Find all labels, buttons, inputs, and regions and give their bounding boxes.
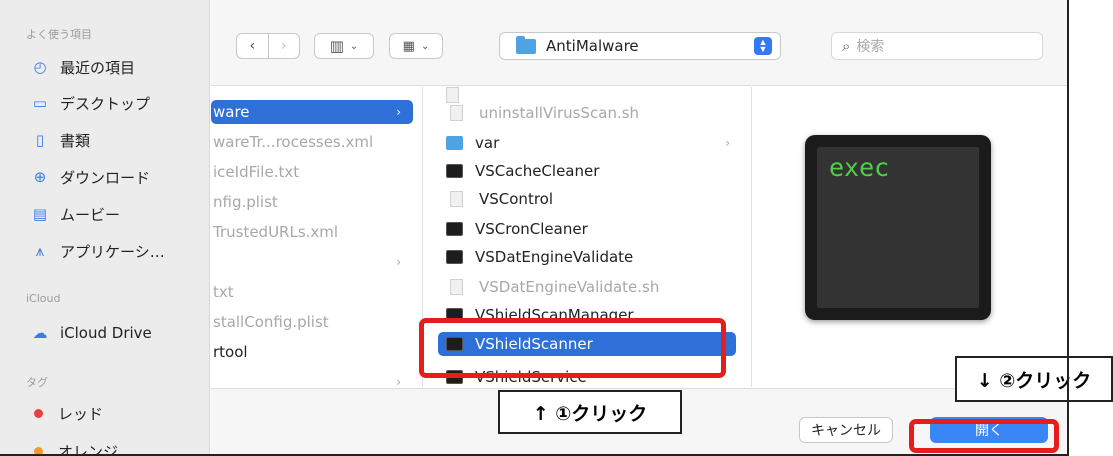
chevron-down-icon: ⌄ <box>420 40 430 52</box>
preview-pane: exec <box>753 87 1067 387</box>
chevron-right-icon: › <box>396 375 401 387</box>
view-mode-button[interactable]: ▥ ⌄ <box>314 33 374 59</box>
list-item[interactable]: var › <box>446 131 742 155</box>
back-forward-control: ‹ › <box>236 33 300 59</box>
terminal-preview-text: exec <box>829 153 890 182</box>
chevron-right-icon: › <box>396 105 401 119</box>
clock-icon: ◴ <box>33 58 47 76</box>
terminal-icon <box>446 250 463 264</box>
terminal-icon <box>446 164 463 178</box>
highlight-selected-file <box>419 318 726 378</box>
highlight-open-button <box>909 419 1059 453</box>
sidebar-item-applications[interactable]: ⩚ アプリケーシ… <box>30 240 165 262</box>
sidebar-item-downloads[interactable]: ⊕ ダウンロード <box>30 166 150 188</box>
folder-icon <box>446 136 463 150</box>
sidebar-item-tag-red[interactable]: レッド <box>30 402 103 424</box>
sidebar-item-documents[interactable]: ▯ 書類 <box>30 129 90 151</box>
applications-icon: ⩚ <box>35 242 45 260</box>
location-label: AntiMalware <box>546 37 639 55</box>
document-icon <box>450 191 463 207</box>
list-item[interactable]: VSControl <box>450 187 553 211</box>
favorites-heading: よく使う項目 <box>26 28 92 41</box>
sidebar-item-icloud-drive[interactable]: ☁ iCloud Drive <box>30 322 152 344</box>
document-icon: ▯ <box>35 131 45 149</box>
frame-border-right <box>1067 0 1069 456</box>
list-item[interactable]: VSDatEngineValidate <box>446 245 633 269</box>
sidebar-item-movies[interactable]: ▤ ムービー <box>30 203 120 225</box>
chevron-right-icon: › <box>725 136 730 150</box>
columns-view-icon: ▥ <box>329 37 344 55</box>
list-item[interactable]: txt <box>213 280 413 304</box>
chevron-down-icon: ⌄ <box>349 40 359 52</box>
sidebar-item-recents[interactable]: ◴ 最近の項目 <box>30 56 135 78</box>
download-icon: ⊕ <box>33 168 47 186</box>
chevron-right-icon[interactable]: › <box>269 38 300 54</box>
document-icon <box>450 279 463 295</box>
folder-icon <box>516 35 536 54</box>
terminal-preview-icon: exec <box>805 135 991 320</box>
list-item[interactable]: VSDatEngineValidate.sh <box>450 275 659 299</box>
list-item[interactable]: TrustedURLs.xml <box>213 220 413 244</box>
list-item[interactable]: wareTr...rocesses.xml <box>213 130 413 154</box>
search-field[interactable]: ⌕ 検索 <box>831 32 1043 60</box>
list-item[interactable]: iceIdFile.txt <box>213 160 413 184</box>
location-popup[interactable]: AntiMalware ▲ ▼ <box>499 32 781 60</box>
red-tag-icon <box>34 408 43 418</box>
up-down-chevron-icon: ▲ ▼ <box>754 37 772 55</box>
list-item[interactable]: rtool <box>213 340 413 364</box>
desktop-icon: ▭ <box>32 94 48 112</box>
cancel-button[interactable]: キャンセル <box>799 417 893 443</box>
film-icon: ▤ <box>32 205 48 223</box>
list-item[interactable]: VSCronCleaner <box>446 217 588 241</box>
search-placeholder: 検索 <box>856 39 885 55</box>
list-item[interactable]: › <box>213 250 413 274</box>
list-item[interactable]: stallConfig.plist <box>213 310 413 334</box>
list-item[interactable]: VSCacheCleaner <box>446 159 599 183</box>
chevron-left-icon[interactable]: ‹ <box>237 38 268 54</box>
sidebar-item-desktop[interactable]: ▭ デスクトップ <box>30 92 150 114</box>
toolbar: ‹ › ▥ ⌄ ▦ ⌄ AntiMalware ▲ ▼ ⌕ 検索 <box>211 0 1067 86</box>
list-item[interactable]: › <box>213 370 413 387</box>
list-item[interactable]: nfig.plist <box>213 190 413 214</box>
chevron-right-icon: › <box>396 255 401 269</box>
tags-heading: タグ <box>26 376 48 389</box>
sidebar: よく使う項目 ◴ 最近の項目 ▭ デスクトップ ▯ 書類 ⊕ ダウンロード ▤ … <box>0 0 210 456</box>
step1-callout: ↑ ①クリック <box>498 390 682 434</box>
document-icon <box>450 105 463 121</box>
step2-callout: ↓ ②クリック <box>955 356 1113 402</box>
group-button[interactable]: ▦ ⌄ <box>389 33 443 59</box>
list-item[interactable]: ware › <box>211 100 413 124</box>
terminal-icon <box>446 222 463 236</box>
cloud-icon: ☁ <box>32 324 48 342</box>
browser-column-1: ware › wareTr...rocesses.xml iceIdFile.t… <box>211 87 423 387</box>
open-file-dialog: よく使う項目 ◴ 最近の項目 ▭ デスクトップ ▯ 書類 ⊕ ダウンロード ▤ … <box>0 0 1113 456</box>
search-icon: ⌕ <box>842 37 851 55</box>
icloud-heading: iCloud <box>26 292 61 305</box>
list-item[interactable]: uninstallVirusScan.sh <box>450 101 639 125</box>
grid-group-icon: ▦ <box>402 38 415 54</box>
